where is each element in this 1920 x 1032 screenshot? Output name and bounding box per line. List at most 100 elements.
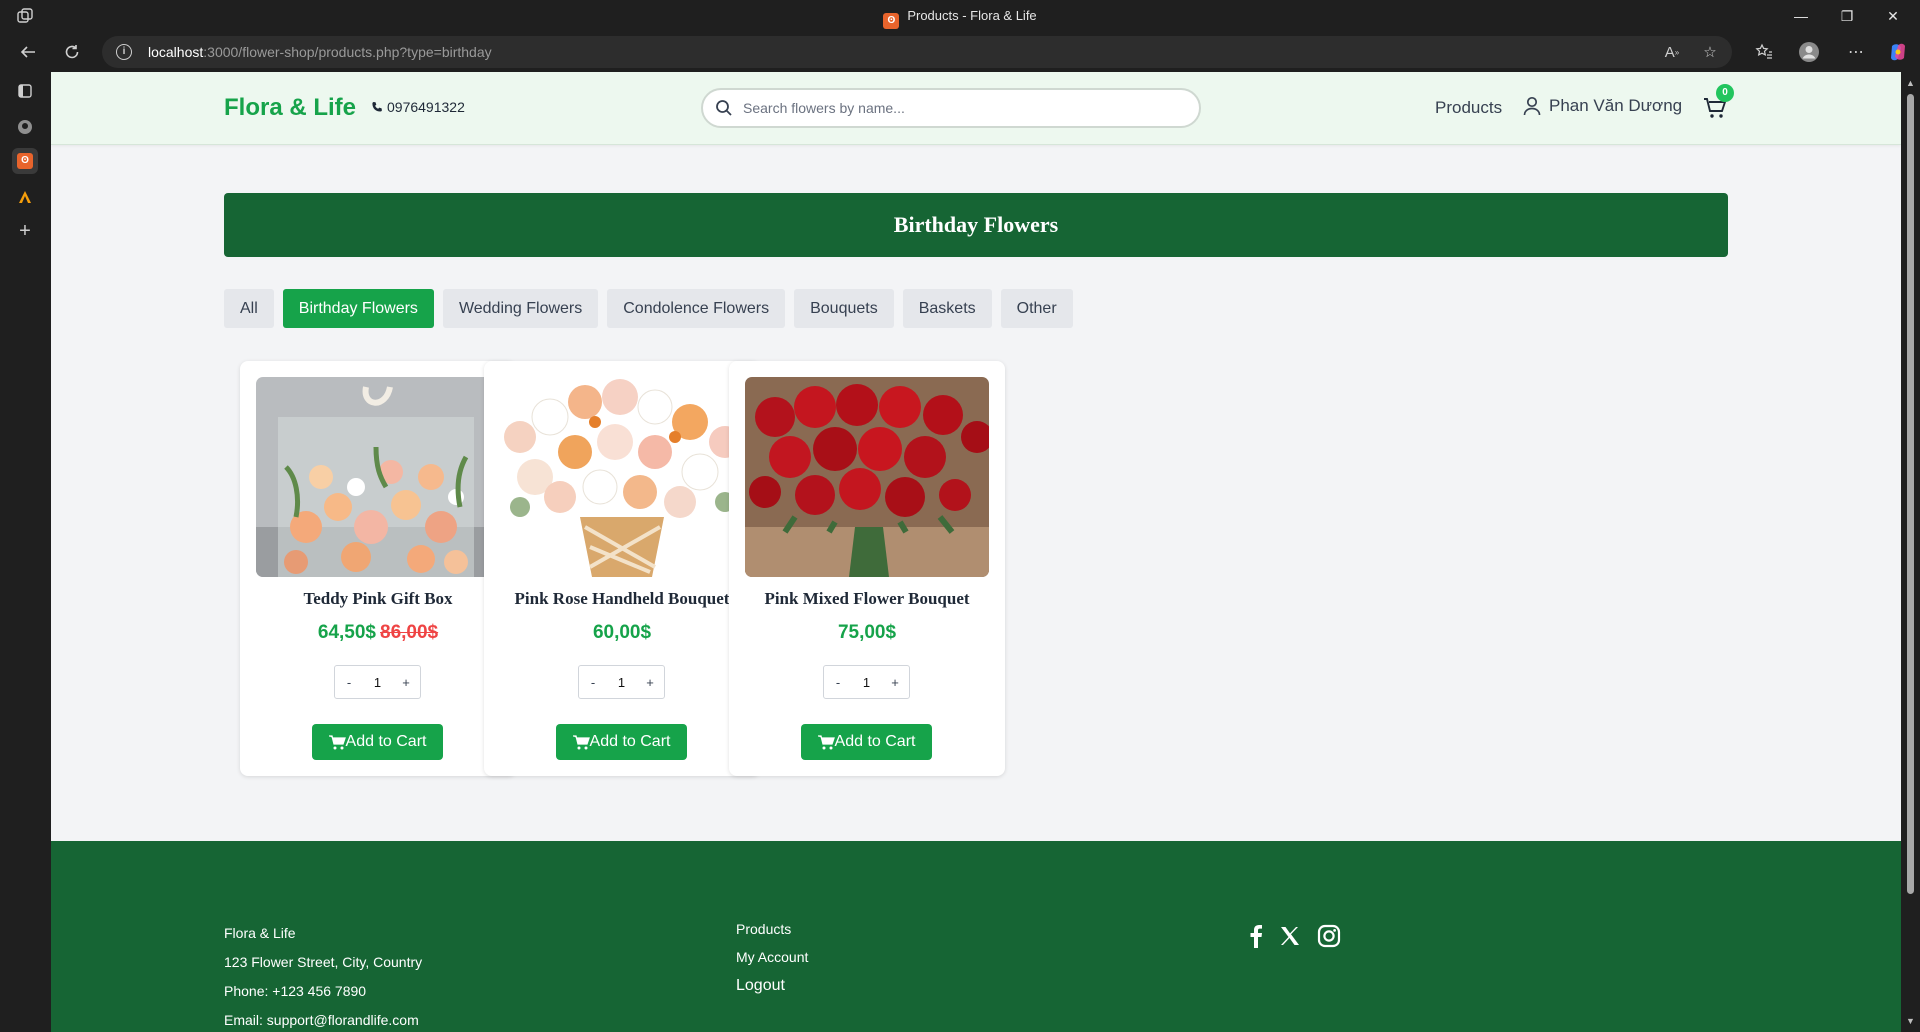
instagram-icon[interactable] bbox=[1317, 924, 1341, 948]
search-icon bbox=[716, 100, 732, 116]
reload-button[interactable] bbox=[58, 38, 86, 66]
site-logo[interactable]: Flora & Life bbox=[224, 94, 356, 122]
phone-number: 0976491322 bbox=[387, 99, 465, 115]
footer-social bbox=[1249, 924, 1341, 948]
filter-birthday[interactable]: Birthday Flowers bbox=[282, 289, 434, 328]
qty-decrease-button[interactable]: - bbox=[335, 666, 363, 698]
product-image-handheld-bouquet[interactable] bbox=[500, 377, 744, 577]
filter-baskets[interactable]: Baskets bbox=[902, 289, 992, 328]
quantity-stepper: - 1 + bbox=[823, 665, 910, 699]
product-name[interactable]: Teddy Pink Gift Box bbox=[240, 589, 516, 609]
cart-count-badge: 0 bbox=[1716, 84, 1734, 102]
footer-contact: Flora & Life 123 Flower Street, City, Co… bbox=[224, 919, 422, 1032]
product-price: 64,50$ bbox=[317, 622, 376, 643]
new-tab-plus-icon[interactable]: + bbox=[12, 218, 38, 244]
page-scrollbar[interactable]: ▲ ▼ bbox=[1901, 72, 1920, 1032]
minimize-button[interactable]: — bbox=[1778, 0, 1824, 32]
quantity-stepper: - 1 + bbox=[578, 665, 665, 699]
tab-actions-icon[interactable] bbox=[12, 78, 38, 104]
quantity-stepper: - 1 + bbox=[334, 665, 421, 699]
user-account-link[interactable]: Phan Văn Dương bbox=[1523, 96, 1682, 116]
filter-wedding[interactable]: Wedding Flowers bbox=[442, 289, 599, 328]
qty-decrease-button[interactable]: - bbox=[824, 666, 852, 698]
footer-brand: Flora & Life bbox=[224, 925, 296, 941]
category-filters: All Birthday Flowers Wedding Flowers Con… bbox=[224, 289, 1073, 328]
add-to-cart-label: Add to Cart bbox=[834, 733, 916, 750]
close-window-button[interactable]: ✕ bbox=[1870, 0, 1916, 32]
cart-icon bbox=[328, 734, 346, 749]
add-to-cart-label: Add to Cart bbox=[589, 733, 671, 750]
browser-titlebar: ʘ Products - Flora & Life — ❐ ✕ bbox=[0, 0, 1920, 32]
product-name[interactable]: Pink Rose Handheld Bouquet bbox=[484, 589, 760, 609]
add-to-cart-button[interactable]: Add to Cart bbox=[801, 724, 932, 760]
add-to-cart-button[interactable]: Add to Cart bbox=[556, 724, 687, 760]
url-text[interactable]: localhost:3000/flower-shop/products.php?… bbox=[148, 44, 492, 60]
more-menu-icon[interactable]: ⋯ bbox=[1842, 38, 1870, 66]
scroll-down-arrow-icon[interactable]: ▼ bbox=[1905, 1016, 1916, 1026]
cart-button[interactable]: 0 bbox=[1703, 84, 1734, 122]
product-card: Pink Mixed Flower Bouquet 75,00$ - 1 + A… bbox=[729, 361, 1005, 776]
browser-vertical-sidebar: ʘ + bbox=[0, 72, 50, 1032]
add-to-cart-button[interactable]: Add to Cart bbox=[312, 724, 443, 760]
footer-links: Products My Account Logout bbox=[736, 921, 808, 1007]
qty-increase-button[interactable]: + bbox=[636, 666, 664, 698]
qty-decrease-button[interactable]: - bbox=[579, 666, 607, 698]
product-name[interactable]: Pink Mixed Flower Bouquet bbox=[729, 589, 1005, 609]
footer-phone: Phone: +123 456 7890 bbox=[224, 983, 367, 999]
product-prices: 75,00$ bbox=[729, 622, 1005, 644]
x-icon[interactable] bbox=[1279, 925, 1301, 947]
site-info-icon[interactable]: i bbox=[116, 44, 132, 60]
product-image-red-roses[interactable] bbox=[745, 377, 989, 577]
facebook-icon[interactable] bbox=[1249, 924, 1263, 948]
product-card: Teddy Pink Gift Box 64,50$ 86,00$ - 1 + A… bbox=[240, 361, 516, 776]
favorites-icon[interactable] bbox=[1750, 38, 1778, 66]
read-aloud-icon[interactable]: A» bbox=[1662, 42, 1682, 62]
product-prices: 64,50$ 86,00$ bbox=[240, 622, 516, 644]
copilot-icon[interactable] bbox=[1884, 38, 1912, 66]
phone-icon bbox=[372, 102, 382, 112]
scrollbar-thumb[interactable] bbox=[1907, 94, 1914, 894]
nav-products-link[interactable]: Products bbox=[1435, 98, 1502, 118]
user-icon bbox=[1523, 96, 1541, 116]
product-price: 60,00$ bbox=[592, 622, 652, 643]
address-bar-row: i localhost:3000/flower-shop/products.ph… bbox=[0, 32, 1920, 72]
profile-avatar-icon[interactable] bbox=[1795, 38, 1823, 66]
cart-icon bbox=[817, 734, 835, 749]
favorite-star-icon[interactable]: ☆ bbox=[1700, 42, 1720, 62]
product-prices: 60,00$ bbox=[484, 622, 760, 644]
site-header: Flora & Life 0976491322 Products Phan Vă… bbox=[51, 72, 1901, 145]
footer-link-account[interactable]: My Account bbox=[736, 949, 808, 965]
filter-bouquets[interactable]: Bouquets bbox=[794, 289, 894, 328]
github-tab-icon[interactable] bbox=[12, 114, 38, 140]
cart-icon bbox=[572, 734, 590, 749]
qty-value[interactable]: 1 bbox=[852, 666, 881, 698]
footer-link-logout[interactable]: Logout bbox=[736, 977, 808, 995]
filter-condolence[interactable]: Condolence Flowers bbox=[607, 289, 786, 328]
back-button[interactable] bbox=[14, 38, 42, 66]
footer-link-products[interactable]: Products bbox=[736, 921, 808, 937]
filter-other[interactable]: Other bbox=[1000, 289, 1073, 328]
product-price: 75,00$ bbox=[837, 622, 897, 643]
app-tab-icon[interactable] bbox=[12, 184, 38, 210]
search-input[interactable] bbox=[743, 98, 1183, 118]
url-field[interactable]: i localhost:3000/flower-shop/products.ph… bbox=[102, 36, 1732, 68]
product-card: Pink Rose Handheld Bouquet 60,00$ - 1 + … bbox=[484, 361, 760, 776]
header-phone: 0976491322 bbox=[371, 99, 465, 115]
footer-email: Email: support@florandlife.com bbox=[224, 1012, 419, 1028]
qty-increase-button[interactable]: + bbox=[392, 666, 420, 698]
footer-address: 123 Flower Street, City, Country bbox=[224, 954, 423, 970]
restore-button[interactable]: ❐ bbox=[1824, 0, 1870, 32]
qty-increase-button[interactable]: + bbox=[881, 666, 909, 698]
scroll-up-arrow-icon[interactable]: ▲ bbox=[1905, 78, 1916, 88]
filter-all[interactable]: All bbox=[224, 289, 274, 328]
add-to-cart-label: Add to Cart bbox=[345, 733, 427, 750]
tab-title: ʘ Products - Flora & Life bbox=[0, 8, 1920, 29]
xampp-tab-icon[interactable]: ʘ bbox=[12, 148, 38, 174]
product-image-gift-box[interactable] bbox=[256, 377, 500, 577]
qty-value[interactable]: 1 bbox=[607, 666, 636, 698]
xampp-favicon-icon: ʘ bbox=[883, 13, 900, 29]
page-viewport: Flora & Life 0976491322 Products Phan Vă… bbox=[51, 72, 1901, 1032]
qty-value[interactable]: 1 bbox=[363, 666, 392, 698]
user-name: Phan Văn Dương bbox=[1549, 96, 1683, 115]
site-footer: Flora & Life 123 Flower Street, City, Co… bbox=[51, 841, 1901, 1032]
